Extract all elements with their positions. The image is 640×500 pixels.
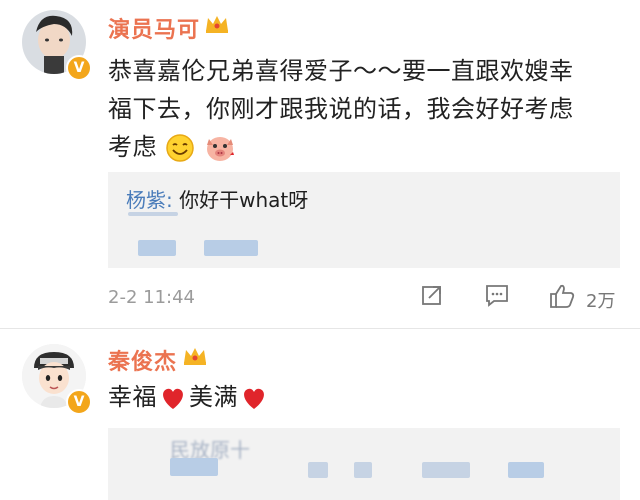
like-icon[interactable] — [548, 283, 576, 309]
comment-2-text: 幸福 美满 — [108, 378, 270, 416]
reply-box[interactable]: 杨紫: 你好干what呀 — [108, 172, 620, 268]
heart-icon — [163, 388, 183, 409]
vip-crown-icon — [184, 348, 206, 365]
verified-badge-icon: V — [66, 55, 92, 81]
comment-1-text-line-3: 考虑 — [108, 133, 157, 161]
reply-line: 杨紫: 你好干what呀 — [126, 184, 308, 213]
blurred-content — [138, 240, 176, 256]
username-comment-1[interactable]: 演员马可 — [108, 12, 200, 44]
blurred-content — [508, 462, 544, 478]
reply-separator: : — [166, 188, 173, 212]
reply-box-2[interactable]: 民放原十 — [108, 428, 620, 500]
comment-2-text-part-2: 美满 — [189, 383, 238, 411]
comment-icon[interactable] — [484, 283, 510, 307]
blurred-underline — [128, 212, 178, 216]
blurred-content — [422, 462, 470, 478]
comment-1-text: 恭喜嘉伦兄弟喜得爱子～～要一直跟欢嫂幸 福下去，你刚才跟我说的话，我会好好考虑 … — [108, 52, 574, 166]
divider — [0, 328, 640, 329]
blurred-content — [308, 462, 328, 478]
blurred-content — [170, 458, 218, 476]
comment-1-time: 2-2 11:44 — [108, 287, 195, 308]
blurred-content — [354, 462, 372, 478]
share-icon[interactable] — [420, 283, 444, 307]
pig-emoji-icon — [207, 137, 235, 161]
comment-1-text-line-2: 福下去，你刚才跟我说的话，我会好好考虑 — [108, 95, 574, 123]
vip-crown-icon — [206, 16, 228, 33]
comment-1-text-line-1: 恭喜嘉伦兄弟喜得爱子～～要一直跟欢嫂幸 — [108, 57, 574, 85]
comment-1-text-line-3-wrap: 考虑 — [108, 128, 574, 166]
blurred-content — [204, 240, 258, 256]
reply-author[interactable]: 杨紫 — [126, 188, 166, 212]
verified-badge-icon: V — [66, 389, 92, 415]
comment-2-text-part-1: 幸福 — [108, 383, 157, 411]
heart-icon — [244, 388, 264, 409]
like-count: 2万 — [586, 291, 616, 312]
smile-emoji-icon — [166, 134, 194, 162]
username-comment-2[interactable]: 秦俊杰 — [108, 344, 177, 376]
reply-text: 你好干what呀 — [179, 188, 309, 212]
